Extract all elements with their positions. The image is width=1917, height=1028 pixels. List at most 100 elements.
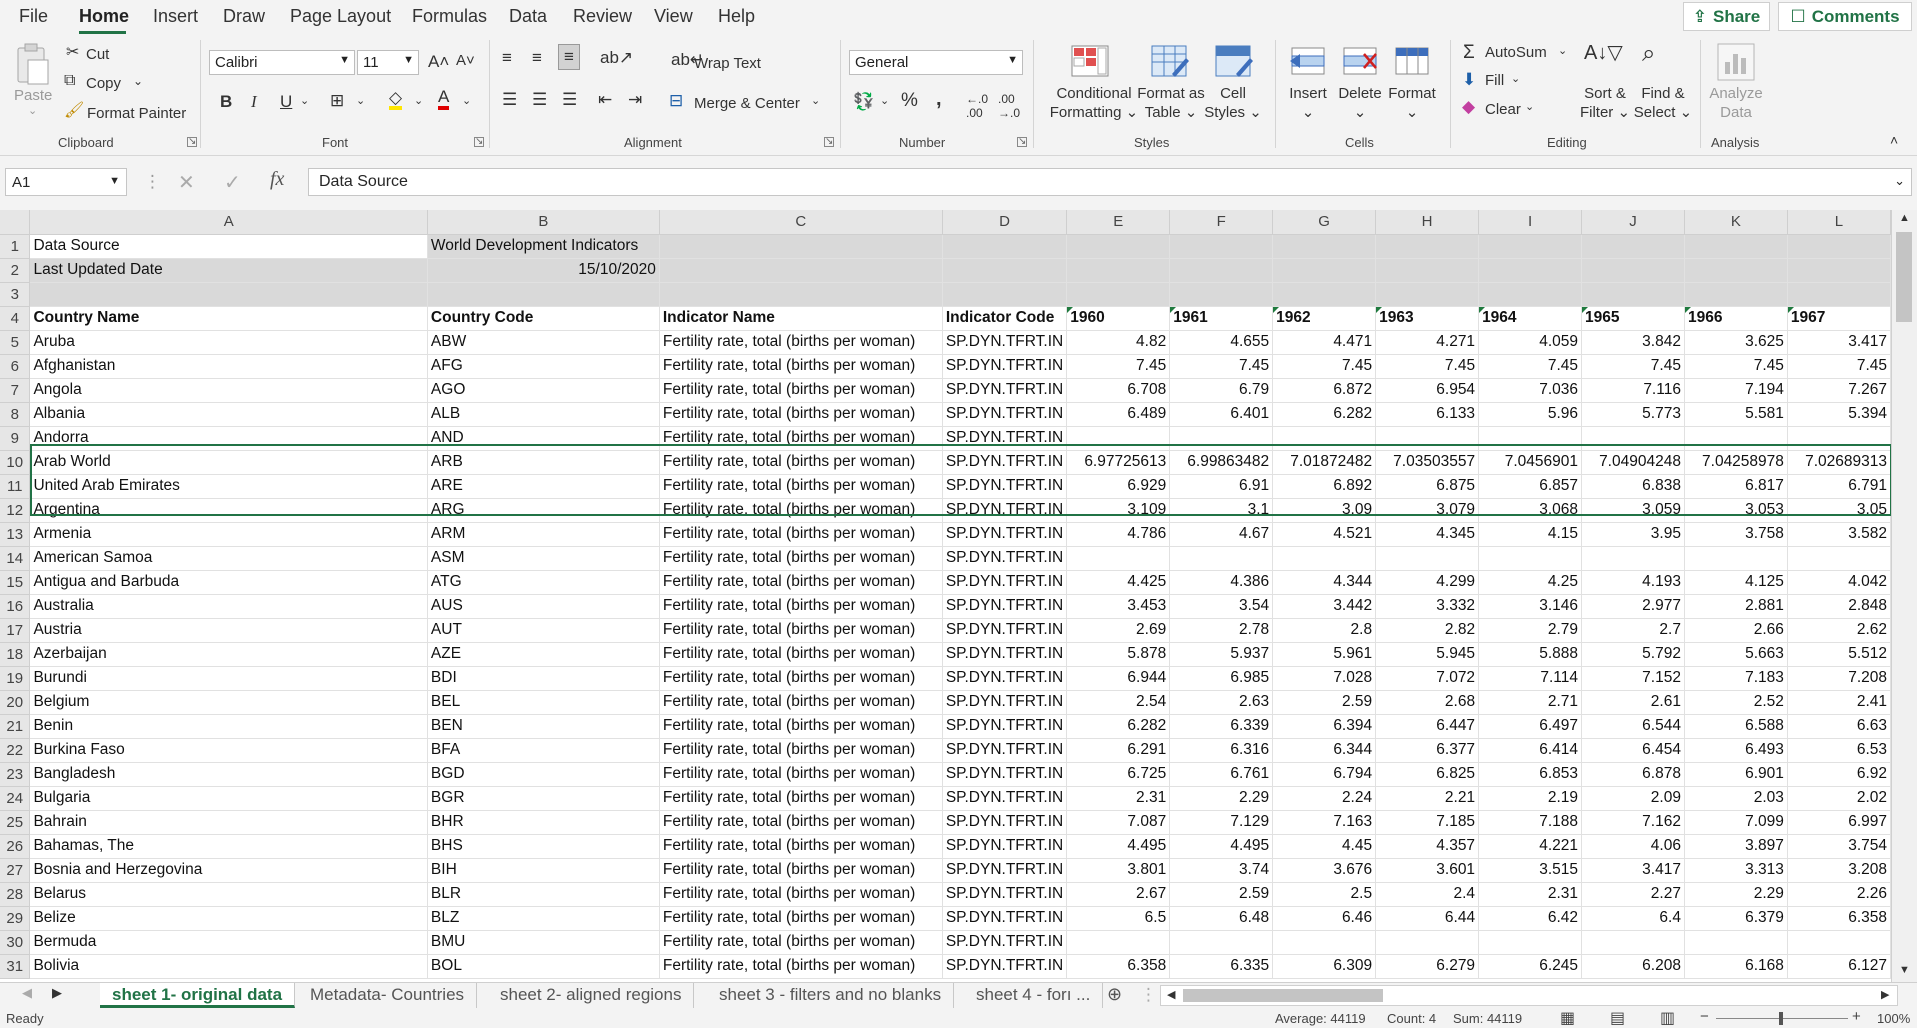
merge-dropdown-icon[interactable]: ⌄ [811,94,820,107]
fill-color-icon[interactable]: ◇ [389,89,403,110]
cell[interactable] [1272,258,1377,283]
cell[interactable]: 7.087 [1066,810,1171,835]
sheet-tab-aligned-regions[interactable]: sheet 2- aligned regions [488,983,695,1008]
cell[interactable]: 5.937 [1169,642,1274,667]
cell[interactable]: Belize [29,906,428,931]
borders-icon[interactable]: ⊞ [330,91,344,111]
cell[interactable]: ARG [427,498,660,523]
cell[interactable]: 6.414 [1478,738,1582,763]
cell[interactable]: 7.0456901 [1478,450,1582,475]
cell[interactable]: 4.299 [1375,570,1480,595]
cell[interactable]: 3.625 [1684,330,1788,355]
cell[interactable] [1684,234,1788,259]
cell[interactable]: 7.01872482 [1272,450,1377,475]
cell[interactable]: 6.379 [1684,906,1788,931]
cell[interactable] [1066,930,1171,955]
cell[interactable]: 7.208 [1787,666,1891,691]
cell[interactable]: Belgium [29,690,428,715]
cell[interactable]: 6.133 [1375,402,1480,427]
menu-view[interactable]: View [654,6,693,27]
cell[interactable] [1272,546,1377,571]
cell[interactable]: Burundi [29,666,428,691]
paste-button[interactable]: Paste [14,86,52,105]
cell[interactable] [1478,234,1582,259]
cell[interactable]: 4.786 [1066,522,1171,547]
row-header[interactable]: 14 [0,546,31,571]
column-header[interactable]: D [942,210,1068,235]
zoom-in-icon[interactable]: + [1852,1008,1861,1025]
cell[interactable]: 6.291 [1066,738,1171,763]
cell[interactable]: Bulgaria [29,786,428,811]
scroll-right-icon[interactable]: ▶ [1881,988,1889,1001]
cell[interactable]: Burkina Faso [29,738,428,763]
cell[interactable]: ARE [427,474,660,499]
cell[interactable]: SP.DYN.TFRT.IN [942,426,1068,451]
cell[interactable]: 7.185 [1375,810,1480,835]
cell[interactable]: 3.05 [1787,498,1891,523]
cell[interactable] [1169,282,1274,307]
cell[interactable]: AFG [427,354,660,379]
cell[interactable] [1581,546,1685,571]
row-header[interactable]: 12 [0,498,31,523]
cell[interactable]: AZE [427,642,660,667]
cell[interactable]: AUS [427,594,660,619]
cell[interactable] [1787,258,1891,283]
cell[interactable]: 4.655 [1169,330,1274,355]
cell[interactable]: ARM [427,522,660,547]
align-center-icon[interactable]: ☰ [532,90,547,110]
cell[interactable]: 4.344 [1272,570,1377,595]
cell[interactable]: SP.DYN.TFRT.IN [942,834,1068,859]
cell[interactable]: SP.DYN.TFRT.IN [942,330,1068,355]
cell[interactable]: United Arab Emirates [29,474,428,499]
cell[interactable]: SP.DYN.TFRT.IN [942,402,1068,427]
cell[interactable] [1272,930,1377,955]
cell[interactable]: 7.267 [1787,378,1891,403]
prev-sheet-icon[interactable]: ◀ [22,985,32,1001]
sheet-tab-4[interactable]: sheet 4 - forı ... [964,983,1104,1008]
cell[interactable] [1684,546,1788,571]
cell[interactable]: 2.63 [1169,690,1274,715]
scroll-thumb[interactable] [1896,232,1912,322]
cell[interactable]: 2.69 [1066,618,1171,643]
cell[interactable]: SP.DYN.TFRT.IN [942,906,1068,931]
cell[interactable]: 6.5 [1066,906,1171,931]
cell[interactable] [1169,546,1274,571]
cell[interactable]: 2.4 [1375,882,1480,907]
cell[interactable] [1272,426,1377,451]
cell[interactable]: ATG [427,570,660,595]
cell[interactable]: BMU [427,930,660,955]
cell[interactable]: 3.842 [1581,330,1685,355]
collapse-ribbon-icon[interactable]: ˄ [1890,132,1898,148]
row-header[interactable]: 10 [0,450,31,475]
row-header[interactable]: 21 [0,714,31,739]
align-top-icon[interactable]: ≡ [502,48,512,68]
merge-center-button[interactable]: Merge & Center [694,95,800,112]
cell[interactable]: 6.358 [1066,954,1171,979]
cell[interactable]: Bosnia and Herzegovina [29,858,428,883]
cell[interactable]: BEL [427,690,660,715]
cell[interactable]: 2.66 [1684,618,1788,643]
format-as-table-button[interactable]: Format as Table ⌄ [1131,84,1211,122]
row-header[interactable]: 5 [0,330,31,355]
cell[interactable]: 6.997 [1787,810,1891,835]
cell[interactable]: 4.345 [1375,522,1480,547]
cell[interactable]: 2.31 [1066,786,1171,811]
percent-style-icon[interactable]: % [901,90,918,112]
cell[interactable]: 1961 [1169,306,1274,331]
row-header[interactable]: 6 [0,354,31,379]
cell[interactable]: 6.791 [1787,474,1891,499]
cell[interactable]: Austria [29,618,428,643]
cell[interactable]: Fertility rate, total (births per woman) [659,786,943,811]
enter-icon[interactable]: ✓ [224,170,241,195]
cell[interactable]: SP.DYN.TFRT.IN [942,786,1068,811]
underline-button[interactable]: U [280,92,292,112]
cell[interactable]: Data Source [29,234,428,259]
cell[interactable]: SP.DYN.TFRT.IN [942,642,1068,667]
cell[interactable]: Fertility rate, total (births per woman) [659,546,943,571]
cell[interactable]: 6.454 [1581,738,1685,763]
cell[interactable]: 6.339 [1169,714,1274,739]
cell[interactable]: 2.8 [1272,618,1377,643]
cell[interactable] [1787,282,1891,307]
cell[interactable]: 6.208 [1581,954,1685,979]
fill-dropdown-icon[interactable]: ⌄ [1511,72,1520,85]
